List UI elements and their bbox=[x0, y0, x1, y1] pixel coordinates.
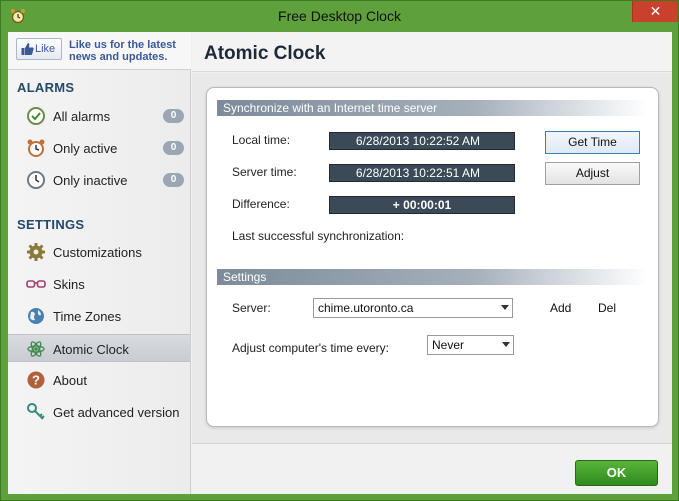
sidebar-item-label: Atomic Clock bbox=[53, 342, 129, 357]
sidebar-item-all-alarms[interactable]: All alarms 0 bbox=[8, 102, 190, 130]
server-select-value: chime.utoronto.ca bbox=[318, 301, 414, 315]
sidebar-item-customizations[interactable]: Customizations bbox=[8, 238, 190, 266]
add-server-button[interactable]: Add bbox=[550, 301, 571, 315]
server-time-label: Server time: bbox=[232, 165, 297, 179]
delete-server-button[interactable]: Del bbox=[598, 301, 616, 315]
local-time-display: 6/28/2013 10:22:52 AM bbox=[329, 132, 515, 150]
gear-icon bbox=[27, 243, 45, 261]
footer-bar: OK bbox=[192, 443, 672, 494]
sidebar-item-label: Only active bbox=[53, 141, 118, 156]
like-button-label: Like bbox=[35, 43, 56, 55]
sidebar-item-skins[interactable]: Skins bbox=[8, 270, 190, 298]
get-time-button[interactable]: Get Time bbox=[545, 131, 640, 154]
server-select[interactable]: chime.utoronto.ca bbox=[313, 298, 513, 318]
window-title: Free Desktop Clock bbox=[278, 8, 401, 24]
adjust-button[interactable]: Adjust bbox=[545, 162, 640, 185]
chevron-down-icon bbox=[502, 342, 510, 347]
main-content: Synchronize with an Internet time server… bbox=[192, 73, 672, 443]
last-sync-label: Last successful synchronization: bbox=[232, 229, 405, 243]
server-time-display: 6/28/2013 10:22:51 AM bbox=[329, 164, 515, 182]
alarm-clock-icon bbox=[27, 139, 45, 157]
settings-section-title: SETTINGS bbox=[17, 217, 85, 232]
difference-label: Difference: bbox=[232, 197, 290, 211]
help-icon: ? bbox=[27, 371, 45, 389]
sidebar-item-atomic-clock[interactable]: Atomic Clock bbox=[8, 334, 190, 362]
like-box: Like Like us for the latest news and upd… bbox=[8, 32, 191, 70]
atomic-clock-panel: Synchronize with an Internet time server… bbox=[206, 87, 659, 427]
thumbs-up-icon bbox=[21, 43, 34, 55]
sync-group-header: Synchronize with an Internet time server bbox=[217, 100, 647, 116]
sidebar-item-time-zones[interactable]: Time Zones bbox=[8, 302, 190, 330]
alarms-section-title: ALARMS bbox=[17, 80, 75, 95]
like-promo-text: Like us for the latest news and updates. bbox=[69, 39, 176, 63]
count-badge: 0 bbox=[163, 109, 184, 123]
check-clock-icon bbox=[27, 107, 45, 125]
sidebar-item-label: Get advanced version bbox=[53, 405, 180, 420]
sidebar-item-only-active[interactable]: Only active 0 bbox=[8, 134, 190, 162]
sidebar-item-get-advanced-version[interactable]: Get advanced version bbox=[8, 398, 190, 426]
count-badge: 0 bbox=[163, 173, 184, 187]
difference-display: + 00:00:01 bbox=[329, 196, 515, 214]
client-area: Like Like us for the latest news and upd… bbox=[8, 32, 672, 494]
settings-group-header: Settings bbox=[217, 269, 647, 285]
sidebar: Like Like us for the latest news and upd… bbox=[8, 32, 191, 494]
globe-icon bbox=[28, 308, 44, 324]
facebook-like-button[interactable]: Like bbox=[16, 38, 62, 60]
page-title: Atomic Clock bbox=[204, 43, 326, 64]
clock-icon bbox=[27, 171, 45, 189]
sidebar-item-label: Skins bbox=[53, 277, 85, 292]
ok-button[interactable]: OK bbox=[575, 460, 658, 486]
title-bar[interactable]: Free Desktop Clock ✕ bbox=[1, 1, 678, 32]
sidebar-item-label: About bbox=[53, 373, 87, 388]
app-window: Free Desktop Clock ✕ Like Like us for th… bbox=[0, 0, 679, 501]
sidebar-item-label: All alarms bbox=[53, 109, 111, 124]
atom-icon bbox=[27, 341, 45, 357]
chevron-down-icon bbox=[501, 305, 509, 310]
key-icon bbox=[27, 403, 45, 420]
main-header: Atomic Clock bbox=[192, 32, 672, 72]
svg-text:?: ? bbox=[32, 373, 40, 388]
sidebar-item-only-inactive[interactable]: Only inactive 0 bbox=[8, 166, 190, 194]
count-badge: 0 bbox=[163, 141, 184, 155]
local-time-label: Local time: bbox=[232, 133, 291, 147]
sidebar-item-about[interactable]: ? About bbox=[8, 366, 190, 394]
adjust-every-label: Adjust computer's time every: bbox=[232, 341, 390, 355]
sidebar-item-label: Customizations bbox=[53, 245, 142, 260]
glasses-icon bbox=[26, 280, 46, 288]
sidebar-item-label: Time Zones bbox=[53, 309, 122, 324]
close-button[interactable]: ✕ bbox=[632, 1, 678, 22]
server-label: Server: bbox=[232, 301, 271, 315]
adjust-interval-select[interactable]: Never bbox=[427, 335, 514, 355]
adjust-interval-value: Never bbox=[432, 338, 465, 352]
sidebar-item-label: Only inactive bbox=[53, 173, 128, 188]
